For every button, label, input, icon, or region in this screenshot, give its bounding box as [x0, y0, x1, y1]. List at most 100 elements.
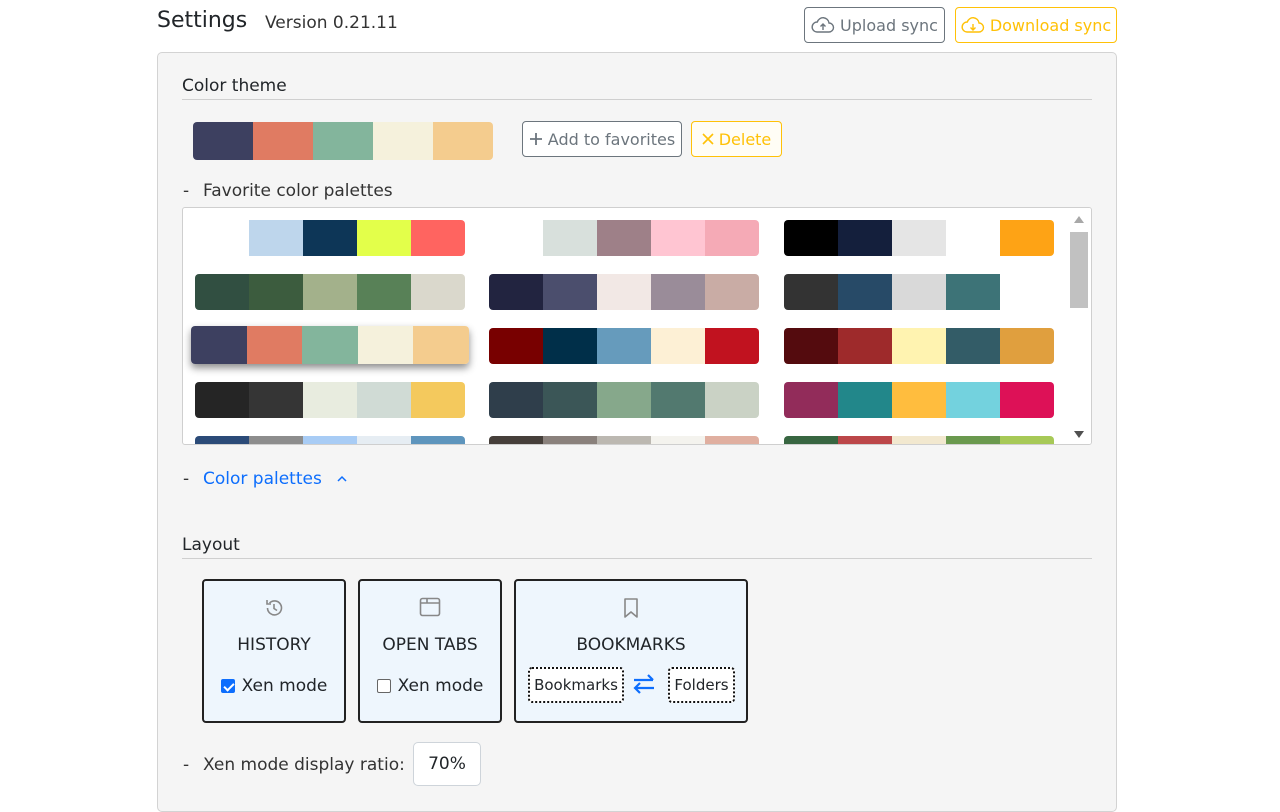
delete-palette-button[interactable]: Delete	[691, 121, 782, 157]
favorite-palette[interactable]	[195, 274, 465, 310]
color-swatch	[303, 220, 357, 256]
open-tabs-xen-checkbox[interactable]	[376, 679, 391, 693]
favorite-palette[interactable]	[195, 436, 465, 444]
color-swatch	[838, 382, 892, 418]
color-swatch	[303, 382, 357, 418]
color-swatch	[489, 436, 543, 444]
color-swatch	[651, 328, 705, 364]
bookmark-icon	[516, 597, 746, 619]
download-sync-button[interactable]: Download sync	[955, 7, 1117, 43]
cloud-download-icon	[961, 17, 984, 33]
color-swatch	[705, 382, 759, 418]
color-theme-heading: Color theme	[182, 76, 1092, 100]
settings-header: Settings Version 0.21.11 Upload sync Dow…	[157, 6, 1117, 46]
xen-ratio-input[interactable]: 70%	[413, 742, 481, 786]
color-swatch	[303, 274, 357, 310]
open-tabs-xen-toggle[interactable]: Xen mode	[360, 676, 500, 696]
window-icon	[360, 597, 500, 617]
color-swatch	[543, 220, 597, 256]
bookmarks-option[interactable]: Bookmarks	[528, 667, 624, 703]
color-swatch	[892, 328, 946, 364]
history-card[interactable]: HISTORY Xen mode	[202, 579, 346, 723]
favorite-palette[interactable]	[489, 436, 759, 444]
color-swatch	[892, 436, 946, 444]
color-swatch	[705, 436, 759, 444]
color-swatch	[249, 382, 303, 418]
color-swatch	[597, 274, 651, 310]
close-icon	[702, 133, 714, 145]
color-swatch	[313, 122, 373, 160]
favorite-palette[interactable]	[489, 220, 759, 256]
color-swatch	[892, 220, 946, 256]
favorite-palette[interactable]	[489, 328, 759, 364]
favorite-palettes-list[interactable]	[182, 207, 1092, 445]
color-swatch	[784, 220, 838, 256]
color-swatch	[838, 436, 892, 444]
color-swatch	[357, 326, 414, 364]
add-to-favorites-button[interactable]: Add to favorites	[522, 121, 682, 157]
color-swatch	[946, 328, 1000, 364]
color-swatch	[892, 382, 946, 418]
folders-option[interactable]: Folders	[668, 667, 735, 703]
color-swatch	[489, 274, 543, 310]
history-xen-checkbox[interactable]	[220, 679, 235, 693]
color-swatch	[1000, 328, 1054, 364]
favorite-palette[interactable]	[489, 274, 759, 310]
color-swatch	[651, 220, 705, 256]
scroll-up-arrow-icon[interactable]	[1074, 216, 1084, 223]
color-swatch	[411, 382, 465, 418]
color-swatch	[597, 328, 651, 364]
ratio-label: Xen mode display ratio:	[203, 755, 405, 775]
favorite-palette[interactable]	[195, 220, 465, 256]
swap-arrows-icon[interactable]	[631, 673, 657, 699]
color-swatch	[651, 436, 705, 444]
favorites-scrollbar[interactable]	[1067, 208, 1091, 444]
color-swatch	[946, 436, 1000, 444]
favorite-palette[interactable]	[784, 382, 1054, 418]
color-swatch	[597, 436, 651, 444]
color-swatch	[543, 274, 597, 310]
chevron-up-icon[interactable]	[335, 474, 349, 484]
color-swatch	[191, 326, 247, 364]
color-swatch	[246, 326, 303, 364]
scroll-down-arrow-icon[interactable]	[1074, 431, 1084, 438]
color-swatch	[946, 382, 1000, 418]
color-swatch	[357, 382, 411, 418]
color-swatch	[413, 326, 469, 364]
color-swatch	[249, 220, 303, 256]
color-swatch	[357, 436, 411, 444]
favorite-palette[interactable]	[489, 382, 759, 418]
color-swatch	[651, 274, 705, 310]
favorite-palette[interactable]	[784, 220, 1054, 256]
color-swatch	[373, 122, 433, 160]
color-swatch	[892, 274, 946, 310]
upload-sync-button[interactable]: Upload sync	[804, 7, 945, 43]
history-title: HISTORY	[237, 635, 311, 655]
color-swatch	[1000, 382, 1054, 418]
color-palettes-link[interactable]: Color palettes	[203, 469, 322, 489]
color-swatch	[411, 274, 465, 310]
bookmarks-card[interactable]: BOOKMARKS Bookmarks Folders	[514, 579, 748, 723]
color-swatch	[597, 220, 651, 256]
favorite-palette[interactable]	[784, 274, 1054, 310]
color-swatch	[253, 122, 313, 160]
color-swatch	[784, 328, 838, 364]
scroll-thumb[interactable]	[1070, 232, 1088, 308]
page-title: Settings	[157, 8, 248, 33]
bookmarks-title: BOOKMARKS	[576, 635, 686, 655]
favorite-palette[interactable]	[195, 382, 465, 418]
color-swatch	[411, 220, 465, 256]
favorite-palette[interactable]	[784, 328, 1054, 364]
color-swatch	[543, 382, 597, 418]
color-swatch	[651, 382, 705, 418]
color-swatch	[357, 220, 411, 256]
color-swatch	[303, 436, 357, 444]
open-tabs-xen-label: Xen mode	[397, 676, 484, 696]
favorite-palette[interactable]	[784, 436, 1054, 444]
favorites-label-row: - Favorite color palettes	[183, 181, 393, 201]
ratio-row: - Xen mode display ratio:	[183, 755, 405, 775]
favorite-palette[interactable]	[191, 326, 469, 364]
history-xen-toggle[interactable]: Xen mode	[204, 676, 344, 696]
color-swatch	[946, 220, 1000, 256]
open-tabs-card[interactable]: OPEN TABS Xen mode	[358, 579, 502, 723]
